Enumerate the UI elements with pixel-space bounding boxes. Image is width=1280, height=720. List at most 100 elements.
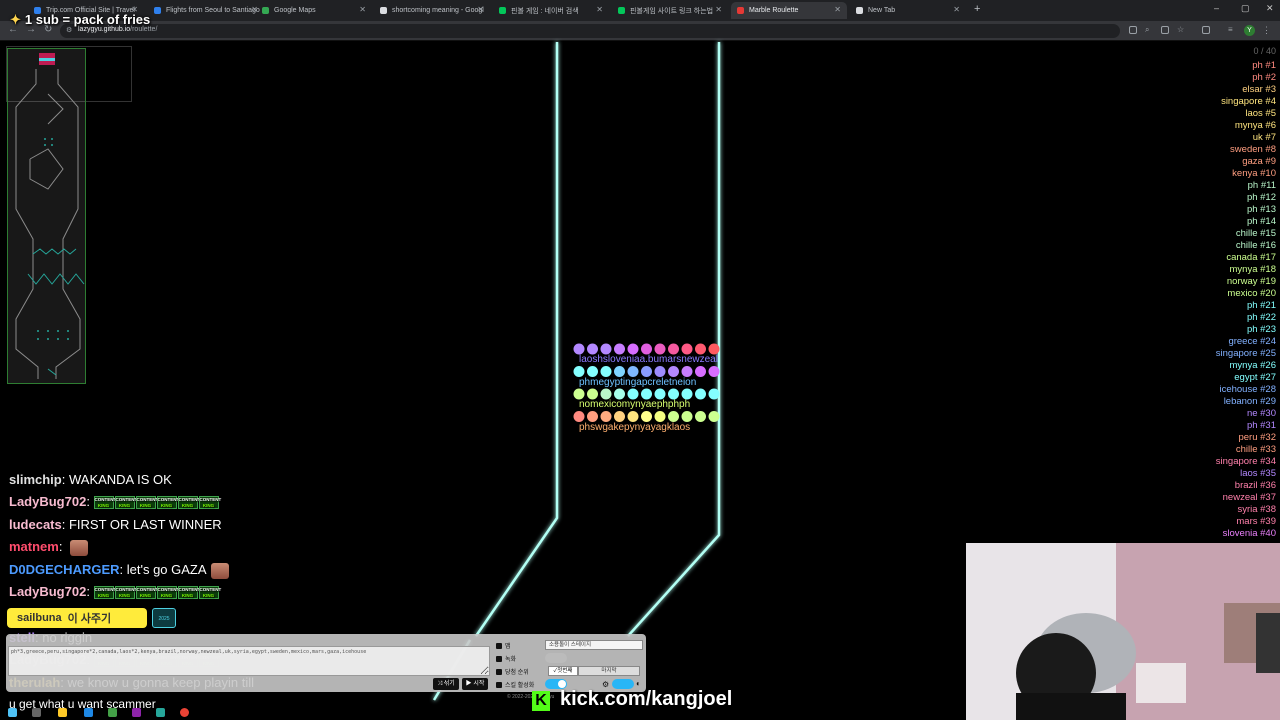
chat-message: matnem:	[9, 539, 89, 556]
app-icon[interactable]	[108, 708, 117, 717]
emote-group: CONTENTKINGCONTENTKINGCONTENTKINGCONTENT…	[93, 496, 221, 510]
map-label: 맵	[496, 641, 511, 650]
marble	[654, 388, 666, 400]
search-icon[interactable]	[32, 708, 41, 717]
rank-entry: brazil #36	[1234, 480, 1276, 491]
marble	[708, 388, 720, 400]
marble	[627, 411, 639, 422]
marble	[695, 388, 706, 400]
face-emote	[70, 539, 89, 556]
marble	[587, 343, 598, 355]
moon-icon: ◐	[636, 679, 641, 688]
marble	[614, 388, 625, 400]
marble	[708, 366, 720, 377]
rank-entry: chille #33	[1235, 444, 1276, 455]
marble	[641, 366, 652, 377]
content-king-emote: CONTENTKING	[135, 586, 158, 600]
emote-text: KING	[139, 503, 152, 509]
marble	[614, 411, 625, 422]
emote-group: CONTENTKINGCONTENTKINGCONTENTKINGCONTENT…	[93, 586, 221, 600]
skill-label: 스킬 활성화	[496, 680, 534, 689]
content-king-emote: CONTENTKING	[177, 496, 200, 510]
emote-text: KING	[202, 503, 215, 509]
chat-text: let's go GAZA	[126, 562, 207, 577]
marble	[627, 388, 639, 400]
skill-icon	[496, 682, 502, 689]
emote-text: KING	[181, 503, 194, 509]
winner-first-option[interactable]: ✓첫번째	[548, 666, 578, 676]
content-king-emote: CONTENTKING	[156, 496, 179, 510]
minimap-track	[15, 53, 85, 379]
rank-entry: mexico #20	[1227, 288, 1276, 299]
rank-entry: peru #32	[1238, 432, 1276, 443]
track-right-wall	[627, 42, 721, 637]
chat-message: LadyBug702: CONTENTKINGCONTENTKINGCONTEN…	[9, 584, 221, 600]
marble	[587, 366, 598, 377]
record-toggle[interactable]	[545, 653, 567, 663]
rank-entry: laos #35	[1240, 468, 1276, 479]
marble	[654, 366, 666, 377]
marble	[654, 411, 666, 422]
rank-entry: canada #17	[1226, 252, 1276, 263]
file-explorer-icon[interactable]	[58, 708, 67, 717]
chrome-icon[interactable]	[180, 708, 189, 717]
chat-username[interactable]: slimchip	[9, 472, 62, 487]
chat-message: ludecats: FIRST OR LAST WINNER	[9, 517, 222, 532]
app-icon[interactable]	[132, 708, 141, 717]
chat-username[interactable]: matnem	[9, 539, 59, 554]
marble	[600, 343, 612, 355]
start-button[interactable]: ▶ 시작	[462, 678, 488, 690]
winner-rank-label: 당첨 순위	[496, 667, 529, 676]
start-menu-icon[interactable]	[8, 708, 17, 717]
face-emote	[210, 562, 229, 579]
chat-separator: :	[119, 562, 127, 577]
sub-gift-badge: sailbuna 이 사주기	[7, 608, 147, 628]
chat-username[interactable]: D0DGECHARGER	[9, 562, 120, 577]
sparkle-icon: ✦	[10, 12, 21, 27]
marble	[668, 366, 679, 377]
emote-text: KING	[97, 593, 110, 599]
chat-username[interactable]: ludecats	[9, 517, 62, 532]
map-select[interactable]: 소용돌이 스테이지	[545, 640, 643, 650]
ranking-list: ph #1 ph #2 elsar #3 singapore #4 laos #5 myn…	[1156, 60, 1276, 540]
rank-entry: singapore #25	[1215, 348, 1276, 359]
rank-entry: lebanon #29	[1223, 396, 1276, 407]
emote-text: KING	[118, 503, 131, 509]
record-icon	[496, 656, 502, 663]
kick-logo: K	[532, 691, 550, 711]
marble	[600, 411, 612, 422]
rank-entry: ph #23	[1246, 324, 1276, 335]
marble	[708, 343, 720, 355]
content-king-emote: CONTENTKING	[198, 496, 221, 510]
marble	[695, 411, 706, 422]
kick-channel-url: kick.com/kangjoel	[560, 688, 733, 710]
marble	[695, 366, 706, 377]
taskbar	[0, 705, 200, 720]
rank-entry: syria #38	[1237, 504, 1276, 515]
rank-entry: icehouse #28	[1219, 384, 1276, 395]
app-icon[interactable]	[156, 708, 165, 717]
chat-message: D0DGECHARGER: let's go GAZA	[9, 562, 229, 579]
rank-entry: singapore #34	[1215, 456, 1276, 467]
content-king-emote: CONTENTKING	[198, 586, 221, 600]
edge-icon[interactable]	[84, 708, 93, 717]
chat-username[interactable]: LadyBug702	[9, 584, 86, 599]
marble	[614, 366, 625, 377]
chat-message: LadyBug702: CONTENTKINGCONTENTKINGCONTEN…	[9, 494, 221, 510]
shuffle-button[interactable]: ⤨ 섞기	[433, 678, 459, 690]
chat-text: FIRST OR LAST WINNER	[68, 517, 222, 532]
marble	[573, 388, 585, 400]
marble-names-input[interactable]: ph*3,greece,peru,singapore*2,canada,laos…	[8, 646, 490, 676]
rank-entry: mars #39	[1236, 516, 1276, 527]
emote-text: KING	[160, 503, 173, 509]
chat-username[interactable]: LadyBug702	[9, 494, 86, 509]
winner-last-option[interactable]: 마지막	[578, 666, 640, 676]
rank-entry: ph #22	[1246, 312, 1276, 323]
rank-entry: egypt #27	[1234, 372, 1276, 383]
marble	[573, 343, 585, 355]
marble	[573, 411, 585, 422]
content-king-emote: CONTENTKING	[135, 496, 158, 510]
chat-text: WAKANDA IS OK	[68, 472, 172, 487]
marble	[614, 343, 625, 355]
marble	[600, 366, 612, 377]
